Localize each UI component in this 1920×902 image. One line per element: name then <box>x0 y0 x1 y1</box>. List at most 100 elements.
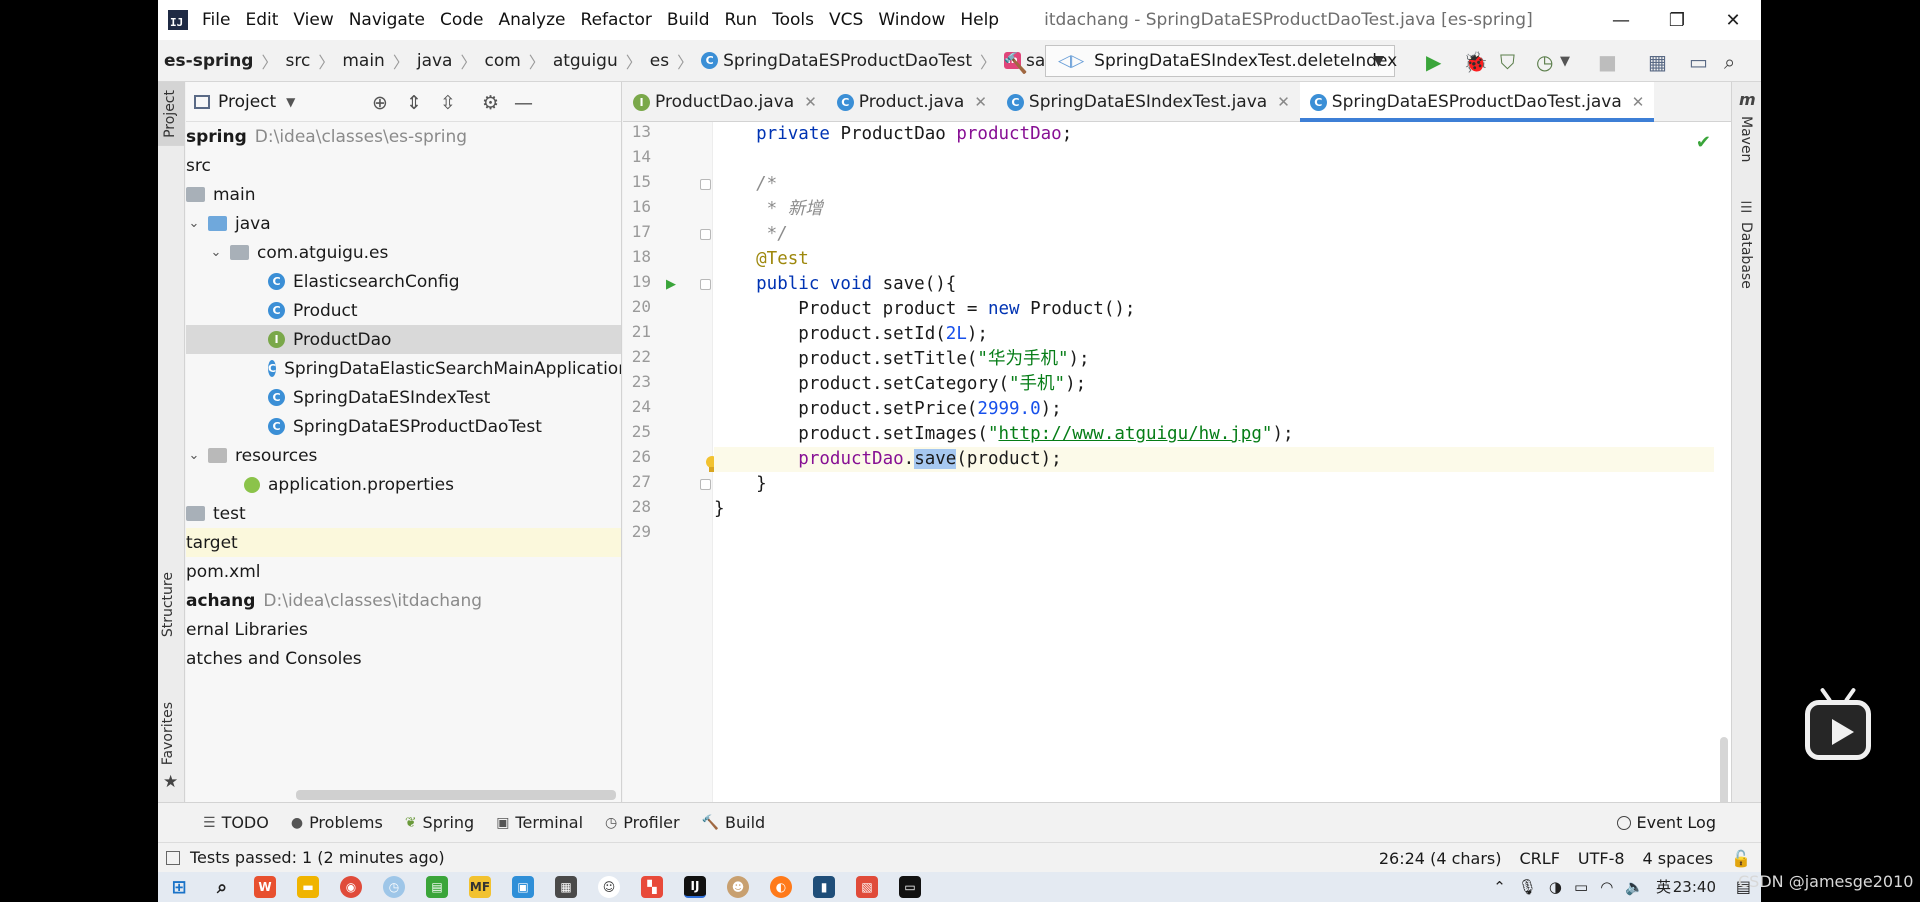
menu-help[interactable]: Help <box>960 10 999 30</box>
project-view-selector[interactable]: Project ▼ <box>194 92 295 112</box>
chat-icon[interactable]: ☺ <box>598 876 620 898</box>
breadcrumb-class[interactable]: C SpringDataESProductDaoTest <box>701 51 972 71</box>
coverage-icon[interactable]: ⛉ <box>1500 50 1515 74</box>
chrome-icon[interactable]: ◉ <box>340 876 362 898</box>
toggle-tool-windows-icon[interactable] <box>166 850 180 865</box>
breadcrumb-com[interactable]: com <box>484 51 520 71</box>
tab-maven[interactable]: Maven <box>1738 116 1754 162</box>
tree-item-java[interactable]: ⌄ java <box>186 209 621 238</box>
close-icon[interactable]: ✕ <box>1632 93 1645 111</box>
tree-item-indextest[interactable]: C SpringDataESIndexTest <box>186 383 621 412</box>
tab-project[interactable]: Project <box>158 82 184 146</box>
caret-position[interactable]: 26:24 (4 chars) <box>1379 849 1502 868</box>
build-hammer-icon[interactable]: 🔨 <box>1003 51 1028 75</box>
app-tray-icon[interactable]: ◑ <box>1549 878 1562 896</box>
locate-icon[interactable]: ⊕ <box>372 92 388 114</box>
tree-item-test[interactable]: test <box>186 499 621 528</box>
mindmap-icon[interactable]: MF <box>469 876 491 898</box>
tree-item-productdao[interactable]: I ProductDao <box>186 325 621 354</box>
fold-marker-icon[interactable] <box>700 479 711 490</box>
menu-analyze[interactable]: Analyze <box>499 10 566 30</box>
tree-item-package[interactable]: ⌄ com.atguigu.es <box>186 238 621 267</box>
app-icon[interactable]: ◐ <box>770 876 792 898</box>
tool-terminal[interactable]: ▣ Terminal <box>496 813 583 832</box>
close-icon[interactable]: ✕ <box>974 93 987 111</box>
line-separator[interactable]: CRLF <box>1519 849 1559 868</box>
code-token[interactable]: http://www.atguigu/hw.jpg <box>998 424 1261 444</box>
windows-start-icon[interactable]: ⊞ <box>168 876 190 898</box>
app-icon[interactable]: ▦ <box>555 876 577 898</box>
debug-icon[interactable]: 🐞 <box>1463 50 1488 74</box>
volume-icon[interactable]: 🔈 <box>1625 878 1644 896</box>
breadcrumb-es[interactable]: es <box>650 51 669 71</box>
tree-item-external-libraries[interactable]: ernal Libraries <box>186 615 621 644</box>
collapse-all-icon[interactable]: ⇳ <box>440 92 456 114</box>
menu-vcs[interactable]: VCS <box>829 10 863 30</box>
stop-icon[interactable]: ■ <box>1598 50 1617 74</box>
app-icon[interactable]: ▚ <box>641 876 663 898</box>
menu-tools[interactable]: Tools <box>772 10 814 30</box>
wifi-icon[interactable]: ◠ <box>1600 878 1613 896</box>
microphone-icon[interactable]: 🎙 <box>1518 878 1537 896</box>
fold-marker-icon[interactable] <box>700 229 711 240</box>
tool-todo[interactable]: ☰ TODO <box>203 813 269 832</box>
tab-database[interactable]: Database <box>1738 222 1754 289</box>
menu-edit[interactable]: Edit <box>245 10 278 30</box>
tool-event-log[interactable]: Event Log <box>1616 813 1716 832</box>
clock-app-icon[interactable]: ◷ <box>383 876 405 898</box>
vertical-scrollbar[interactable] <box>1720 737 1728 807</box>
tab-structure[interactable]: Structure <box>160 572 176 637</box>
menu-run[interactable]: Run <box>725 10 758 30</box>
spreadsheet-icon[interactable]: ▤ <box>426 876 448 898</box>
status-message[interactable]: Tests passed: 1 (2 minutes ago) <box>166 848 445 867</box>
avatar-app-icon[interactable]: ☻ <box>727 876 749 898</box>
fold-marker-icon[interactable] <box>700 279 711 290</box>
menu-navigate[interactable]: Navigate <box>349 10 425 30</box>
tree-item-resources[interactable]: ⌄ resources <box>186 441 621 470</box>
tree-item-mainapplication[interactable]: C SpringDataElasticSearchMainApplication <box>186 354 621 383</box>
close-button[interactable]: ✕ <box>1705 0 1761 40</box>
tree-item-itdachang[interactable]: achang D:\idea\classes\itdachang <box>186 586 621 615</box>
wps-icon[interactable]: W <box>254 876 276 898</box>
app-icon[interactable]: ▮ <box>813 876 835 898</box>
presentation-icon[interactable]: ▭ <box>1689 50 1708 74</box>
minimize-button[interactable]: — <box>1593 0 1649 40</box>
chevron-up-icon[interactable]: ⌃ <box>1493 878 1506 896</box>
gear-icon[interactable]: ⚙ <box>482 92 499 114</box>
tab-favorites[interactable]: Favorites <box>160 702 176 765</box>
battery-icon[interactable]: ▭ <box>1574 878 1588 896</box>
chevron-down-icon[interactable]: ▼ <box>1560 54 1570 69</box>
menu-window[interactable]: Window <box>878 10 945 30</box>
profiler-icon[interactable]: ◷ <box>1536 50 1553 74</box>
tree-item-project-root[interactable]: spring D:\idea\classes\es-spring <box>186 122 621 151</box>
menu-file[interactable]: File <box>202 10 230 30</box>
chevron-down-icon[interactable]: ⌄ <box>208 245 224 260</box>
search-icon[interactable]: ⌕ <box>1724 50 1735 74</box>
editor-gutter[interactable]: 13 14 15 16 17 18 19 20 21 22 23 24 25 2… <box>623 122 718 802</box>
breadcrumb-src[interactable]: src <box>286 51 311 71</box>
tab-productdao[interactable]: I ProductDao.java ✕ <box>623 82 827 122</box>
menu-refactor[interactable]: Refactor <box>581 10 652 30</box>
menu-code[interactable]: Code <box>440 10 484 30</box>
tree-item-pom[interactable]: pom.xml <box>186 557 621 586</box>
tree-item-productdaotest[interactable]: C SpringDataESProductDaoTest <box>186 412 621 441</box>
tree-item-scratches[interactable]: atches and Consoles <box>186 644 621 673</box>
terminal-app-icon[interactable]: ▭ <box>899 876 921 898</box>
horizontal-scrollbar[interactable] <box>296 790 616 800</box>
file-explorer-icon[interactable]: ▬ <box>297 876 319 898</box>
tool-build[interactable]: 🔨 Build <box>702 813 766 832</box>
breadcrumb-project[interactable]: es-spring <box>164 51 253 71</box>
tool-spring[interactable]: ❦ Spring <box>405 813 474 832</box>
breadcrumb-atguigu[interactable]: atguigu <box>553 51 618 71</box>
run-test-icon[interactable]: ▶ <box>666 277 676 292</box>
code-area[interactable]: private ProductDao productDao; /* * 新增 *… <box>714 122 1731 802</box>
tree-item-elasticsearchconfig[interactable]: C ElasticsearchConfig <box>186 267 621 296</box>
tree-item-main[interactable]: main <box>186 180 621 209</box>
tree-item-src[interactable]: src <box>186 151 621 180</box>
ime-indicator[interactable]: 英 <box>1656 876 1671 897</box>
project-structure-icon[interactable]: ▦ <box>1648 50 1667 74</box>
chevron-down-icon[interactable]: ⌄ <box>186 216 202 231</box>
inspection-ok-icon[interactable]: ✔ <box>1696 132 1711 153</box>
intellij-taskbar-icon[interactable]: IJ <box>684 876 706 898</box>
tab-indextest[interactable]: C SpringDataESIndexTest.java ✕ <box>997 82 1300 122</box>
